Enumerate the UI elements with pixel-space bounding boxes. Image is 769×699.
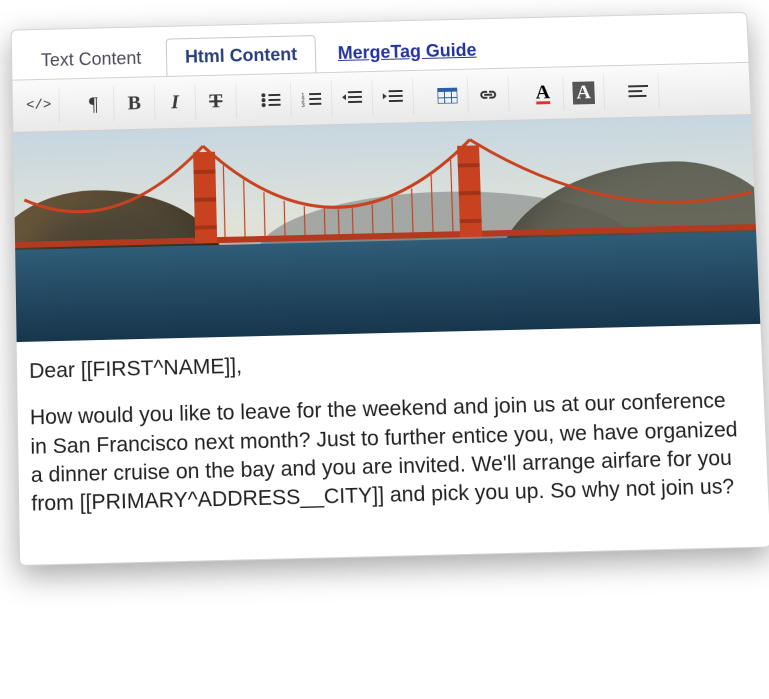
tab-text-content[interactable]: Text Content [22, 39, 161, 80]
greeting-line: Dear [[FIRST^NAME]], [29, 340, 746, 386]
show-blocks-button[interactable]: ¶ [73, 86, 114, 122]
background-color-button[interactable]: A [563, 74, 605, 110]
font-color-button[interactable]: A [522, 75, 564, 111]
align-icon [628, 84, 648, 98]
link-icon [477, 88, 499, 102]
tab-html-content[interactable]: Html Content [166, 35, 317, 76]
bullet-list-icon [260, 92, 280, 108]
body-paragraph: How would you like to leave for the week… [30, 387, 752, 520]
numbered-list-icon: 1 2 3 [301, 91, 321, 107]
bold-button[interactable]: B [114, 85, 156, 121]
table-icon [437, 88, 457, 104]
editor-body[interactable]: Dear [[FIRST^NAME]], How would you like … [17, 324, 769, 565]
strikethrough-button[interactable]: T [195, 83, 237, 119]
editor-panel: Text Content Html Content MergeTag Guide… [11, 12, 769, 566]
table-button[interactable] [427, 78, 469, 114]
source-code-button[interactable]: </> [19, 87, 60, 123]
indent-button[interactable] [372, 79, 414, 115]
outdent-icon [342, 90, 362, 106]
numbered-list-button[interactable]: 1 2 3 [291, 81, 333, 117]
hero-image [13, 115, 760, 342]
link-button[interactable] [468, 77, 510, 113]
mergetag-guide-link[interactable]: MergeTag Guide [331, 32, 483, 72]
bullet-list-button[interactable] [250, 82, 292, 118]
outdent-button[interactable] [332, 80, 374, 116]
align-button[interactable] [618, 73, 660, 109]
italic-button[interactable]: I [155, 84, 197, 120]
svg-text:3: 3 [301, 103, 305, 107]
indent-icon [383, 89, 403, 105]
